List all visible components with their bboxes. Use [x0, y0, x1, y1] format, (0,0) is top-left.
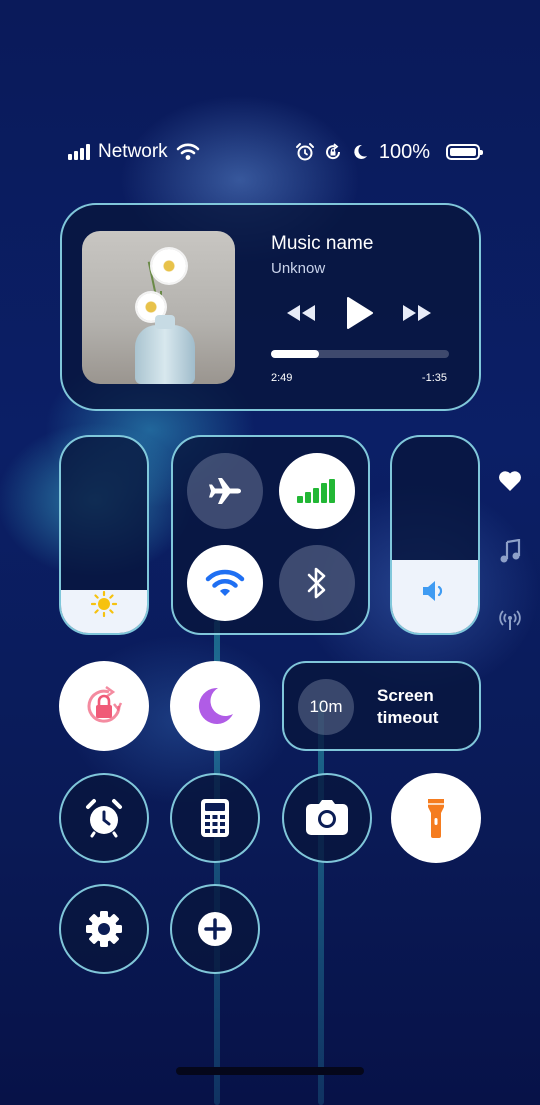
alarm-button[interactable]	[59, 773, 149, 863]
wifi-icon	[205, 569, 245, 596]
screen-timeout-button[interactable]: 10m Screen timeout	[282, 661, 481, 751]
moon-icon	[354, 144, 367, 159]
elapsed-time: 2:49	[271, 372, 293, 384]
speaker-icon	[423, 581, 443, 601]
rewind-icon[interactable]	[286, 305, 316, 321]
playback-controls	[286, 297, 432, 329]
flashlight-icon	[428, 799, 444, 838]
mobile-signal-icon	[297, 479, 335, 503]
do-not-disturb-toggle[interactable]	[170, 661, 260, 751]
settings-gear-icon	[86, 911, 122, 947]
network-label: Network	[98, 141, 168, 162]
wifi-toggle[interactable]	[187, 545, 263, 621]
home-indicator[interactable]	[176, 1067, 364, 1075]
alarm-clock-icon	[86, 799, 122, 838]
music-note-icon[interactable]	[498, 539, 522, 563]
fast-forward-icon[interactable]	[402, 305, 432, 321]
flashlight-toggle[interactable]	[391, 773, 481, 863]
settings-button[interactable]	[59, 884, 149, 974]
camera-button[interactable]	[282, 773, 372, 863]
bluetooth-toggle[interactable]	[279, 545, 355, 621]
album-art	[82, 231, 235, 384]
battery-icon	[446, 144, 483, 160]
playback-progress-bar[interactable]	[271, 350, 449, 358]
broadcast-icon[interactable]	[498, 608, 522, 632]
progress-played	[271, 350, 320, 358]
rotation-lock-icon	[87, 686, 123, 723]
calculator-button[interactable]	[170, 773, 260, 863]
background-decoration	[318, 700, 324, 1105]
airplane-icon	[209, 478, 241, 504]
brightness-slider[interactable]	[59, 435, 149, 635]
play-icon[interactable]	[345, 297, 373, 329]
connectivity-panel	[171, 435, 370, 635]
sun-icon	[91, 591, 117, 617]
add-icon	[198, 912, 232, 946]
rotation-lock-icon	[325, 143, 340, 160]
camera-icon	[306, 800, 348, 835]
artist-name: Unknow	[271, 260, 326, 277]
battery-percent: 100%	[378, 140, 430, 163]
calculator-icon	[201, 799, 229, 837]
alarm-icon	[295, 143, 314, 161]
remaining-time: -1:35	[421, 372, 447, 384]
heart-icon[interactable]	[498, 469, 522, 493]
wifi-icon	[176, 143, 199, 160]
screen-timeout-value: 10m	[298, 679, 354, 735]
rotation-lock-toggle[interactable]	[59, 661, 149, 751]
song-title: Music name	[271, 233, 374, 254]
signal-icon	[68, 144, 90, 160]
music-player-card[interactable]: Music name Unknow 2:49 -1:35	[60, 203, 481, 411]
add-control-button[interactable]	[170, 884, 260, 974]
volume-slider[interactable]	[390, 435, 480, 635]
mobile-data-toggle[interactable]	[279, 453, 355, 529]
airplane-mode-toggle[interactable]	[187, 453, 263, 529]
screen-timeout-label: Screen timeout	[377, 686, 439, 727]
bluetooth-icon	[307, 567, 326, 599]
moon-icon	[198, 687, 233, 724]
status-bar: Network 100%	[68, 138, 483, 166]
